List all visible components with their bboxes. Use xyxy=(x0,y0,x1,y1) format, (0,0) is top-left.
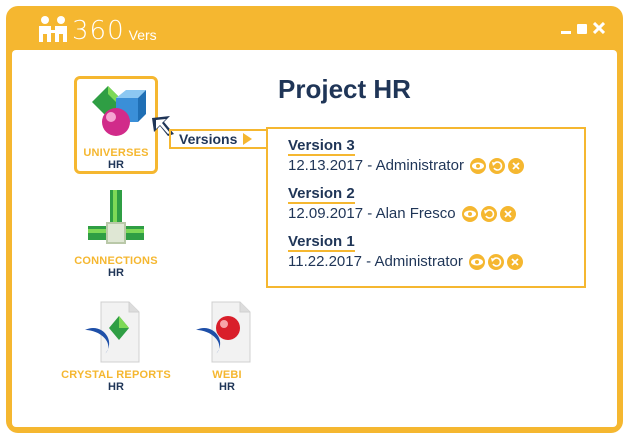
restore-icon[interactable] xyxy=(488,157,505,174)
restore-icon[interactable] xyxy=(480,205,497,222)
version-item: Version 2 12.09.2017 - Alan Fresco xyxy=(288,185,516,222)
close-icon[interactable] xyxy=(592,21,606,39)
minimize-icon[interactable] xyxy=(561,21,571,39)
app-logo: 360 Vers xyxy=(36,12,157,46)
tile-sub: HR xyxy=(108,381,124,393)
view-icon[interactable] xyxy=(461,205,478,222)
tile-label: UNIVERSES xyxy=(83,147,149,159)
tile-crystal-reports[interactable]: CRYSTAL REPORTS HR xyxy=(56,300,176,393)
version-item: Version 3 12.13.2017 - Administrator xyxy=(288,137,524,174)
crystal-reports-icon xyxy=(85,301,140,363)
tile-sub: HR xyxy=(108,159,124,171)
versions-panel: Version 3 12.13.2017 - Administrator Ver… xyxy=(266,127,586,288)
version-name[interactable]: Version 2 xyxy=(288,185,355,204)
restore-icon[interactable] xyxy=(487,253,504,270)
main-content: UNIVERSES HR CONNECTIONS HR CRYSTAL REPO… xyxy=(12,50,617,427)
version-name[interactable]: Version 3 xyxy=(288,137,355,156)
versions-tab[interactable]: Versions xyxy=(169,129,266,149)
maximize-icon[interactable] xyxy=(577,21,587,39)
universe-icon xyxy=(92,86,146,136)
delete-icon[interactable] xyxy=(499,205,516,222)
window-controls xyxy=(561,21,606,39)
view-icon[interactable] xyxy=(469,157,486,174)
tile-sub: HR xyxy=(219,381,235,393)
version-detail: 12.09.2017 - Alan Fresco xyxy=(288,205,456,222)
webi-icon xyxy=(196,301,251,363)
view-icon[interactable] xyxy=(468,253,485,270)
version-item: Version 1 11.22.2017 - Administrator xyxy=(288,233,523,270)
version-detail: 12.13.2017 - Administrator xyxy=(288,157,464,174)
delete-icon[interactable] xyxy=(507,157,524,174)
delete-icon[interactable] xyxy=(506,253,523,270)
tile-label: WEBI xyxy=(212,369,242,381)
people-logo-icon xyxy=(36,14,70,46)
connections-icon xyxy=(88,190,144,244)
version-detail: 11.22.2017 - Administrator xyxy=(288,253,463,270)
title-bar: 360 Vers xyxy=(6,6,623,50)
versions-label: Versions xyxy=(179,131,238,147)
tile-webi[interactable]: WEBI HR xyxy=(182,300,272,393)
tile-sub: HR xyxy=(108,267,124,279)
logo-text: 360 xyxy=(72,16,125,46)
version-name[interactable]: Version 1 xyxy=(288,233,355,252)
page-title: Project HR xyxy=(278,74,411,104)
tile-connections[interactable]: CONNECTIONS HR xyxy=(64,190,168,279)
tile-label: CONNECTIONS xyxy=(74,255,158,267)
arrow-right-icon xyxy=(243,133,253,145)
tile-label: CRYSTAL REPORTS xyxy=(61,369,171,381)
logo-subtext: Vers xyxy=(128,27,157,43)
app-window: 360 Vers UNIVERSES HR CONNECTIONS HR CRY… xyxy=(6,6,623,433)
